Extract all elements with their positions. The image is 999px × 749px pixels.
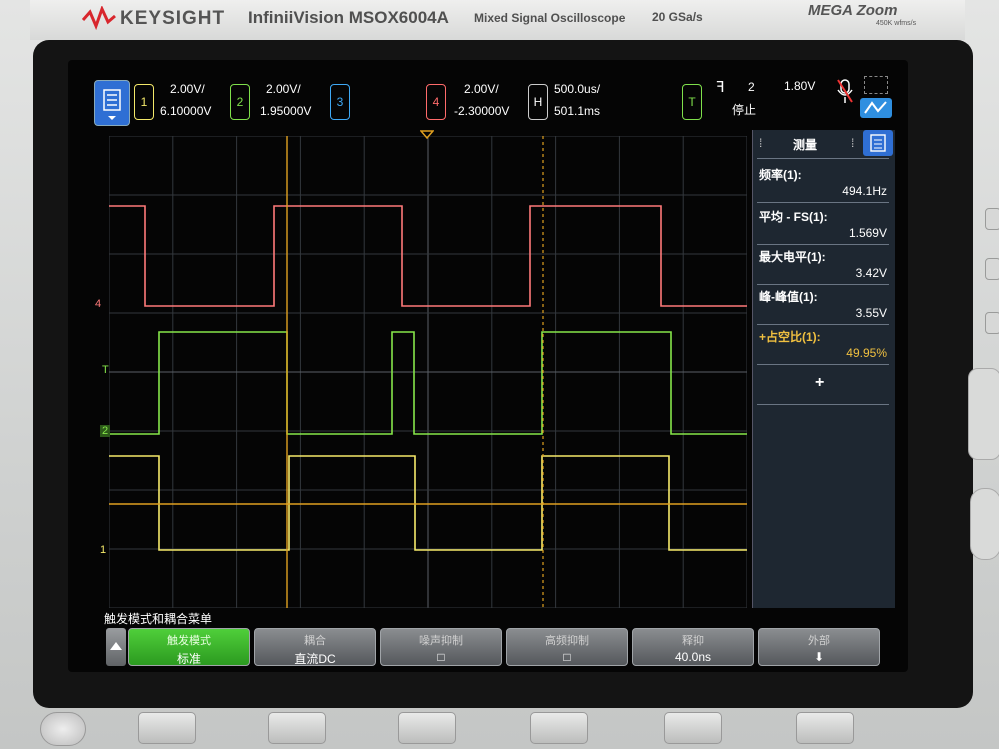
ch2-scale: 2.00V/ [266,82,301,96]
softkey-holdoff[interactable]: 释抑 40.0ns [632,628,754,666]
softkey-coupling[interactable]: 耦合 直流DC [254,628,376,666]
softkey-noise-reject[interactable]: 噪声抑制 □ [380,628,502,666]
meas-value-average: 1.569V [848,226,887,240]
meas-label-duty: +占空比(1): [759,330,821,344]
physical-softkey-3[interactable] [398,712,456,744]
physical-softkey-6[interactable] [796,712,854,744]
ch2-offset: 1.95000V [260,104,312,118]
up-arrow-icon [110,642,122,650]
megazoom-logo: MEGA Zoom [808,2,898,19]
softkey-external-title: 外部 [808,635,830,647]
softkey-hf-reject[interactable]: 高频抑制 □ [506,628,628,666]
measurement-panel: ⁞ 测量 ⁞ 频率(1): 494.1Hz 平均 - FS(1): 1.569V… [752,130,895,608]
ch4-offset: -2.30000V [454,104,510,118]
trigger-level-marker[interactable]: T [102,364,109,376]
meas-label-average: 平均 - FS(1): [759,210,828,224]
softkey-trigger-mode-value: 标准 [176,652,201,666]
right-knob[interactable] [970,488,999,560]
panel-grip-icon-2: ⁞ [851,136,855,150]
ch4-ground-marker[interactable]: 4 [95,298,101,310]
ch2-ground-marker[interactable]: 2 [100,425,111,437]
horizontal-scale: 500.0us/ [554,82,601,96]
microphone-icon[interactable] [836,78,854,106]
trigger-button[interactable]: T [682,84,702,120]
measurement-title: 测量 [793,138,818,152]
softkey-trigger-mode[interactable]: 触发模式 标准 [128,628,250,666]
physical-softkey-5[interactable] [664,712,722,744]
measurement-menu-button[interactable] [863,130,893,156]
sample-rate: 20 GSa/s [652,10,703,24]
meas-label-peak-peak: 峰-峰值(1): [759,290,818,304]
softkey-hf-reject-title: 高频抑制 [545,635,589,647]
softkey-external[interactable]: 外部 ⬇ [758,628,880,666]
meas-label-max: 最大电平(1): [759,250,826,264]
menu-list-icon [103,89,121,120]
trigger-level: 1.80V [784,79,816,93]
meas-value-frequency: 494.1Hz [842,184,887,198]
megazoom-sub: 450K wfms/s [876,20,917,27]
panel-grip-icon: ⁞ [759,136,763,150]
push-knob[interactable] [968,368,999,460]
trigger-edge-icon: ꟻ [716,79,725,96]
menu-back-button[interactable] [106,628,126,666]
softkey-coupling-value: 直流DC [294,652,336,666]
softkey-noise-reject-checkbox[interactable]: □ [381,650,501,664]
softkey-holdoff-value: 40.0ns [674,650,712,664]
softkey-trigger-mode-title: 触发模式 [167,635,211,647]
ch2-button[interactable]: 2 [230,84,250,120]
autoscale-button[interactable] [860,98,892,118]
ch4-scale: 2.00V/ [464,82,499,96]
ch1-ground-marker[interactable]: 1 [100,544,106,556]
ch1-button[interactable]: 1 [134,84,154,120]
horizontal-button[interactable]: H [528,84,548,120]
physical-softkey-4[interactable] [530,712,588,744]
ch1-offset: 6.10000V [160,104,212,118]
back-physical-button[interactable] [40,712,86,746]
softkey-holdoff-title: 释抑 [682,635,704,647]
physical-softkey-2[interactable] [268,712,326,744]
acquisition-state: 停止 [732,103,757,117]
softkey-noise-reject-title: 噪声抑制 [419,635,463,647]
menu-title: 触发模式和耦合菜单 [104,612,213,626]
meas-value-max: 3.42V [855,266,887,280]
side-button-2[interactable] [985,258,999,280]
side-button-3[interactable] [985,312,999,334]
brand-name: KEYSIGHT [120,8,226,29]
softkey-hf-reject-checkbox[interactable]: □ [507,650,627,664]
physical-softkey-1[interactable] [138,712,196,744]
horizontal-delay: 501.1ms [554,104,601,118]
softkey-coupling-title: 耦合 [304,635,326,647]
softkey-external-arrow-icon: ⬇ [813,650,825,664]
meas-value-peak-peak: 3.55V [855,306,887,320]
connection-icon [864,76,888,94]
keysight-logo-icon [82,6,116,30]
device-subtitle: Mixed Signal Oscilloscope [474,11,626,25]
ch1-scale: 2.00V/ [170,82,205,96]
meas-label-frequency: 频率(1): [759,168,802,182]
list-icon [870,134,886,152]
autoscale-icon [864,101,887,114]
trigger-position-marker-icon [420,130,434,140]
main-menu-button[interactable] [94,80,130,126]
waveform-area[interactable] [109,136,747,608]
add-measurement-button[interactable]: + [815,374,824,392]
side-button-1[interactable] [985,208,999,230]
model-name: InfiniiVision MSOX6004A [248,8,449,27]
ch4-button[interactable]: 4 [426,84,446,120]
trigger-source: 2 [748,80,755,94]
meas-value-duty: 49.95% [846,346,887,360]
ch3-button[interactable]: 3 [330,84,350,120]
